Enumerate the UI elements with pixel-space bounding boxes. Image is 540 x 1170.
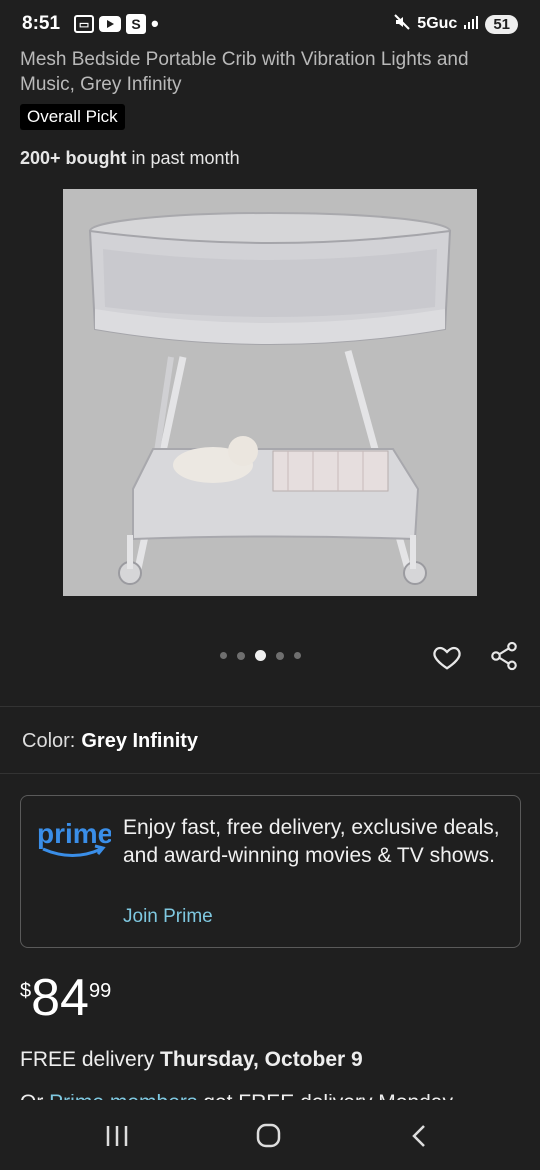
carousel-dot[interactable]: [237, 651, 245, 660]
notification-dot-icon: •: [151, 11, 159, 36]
overall-pick-badge[interactable]: Overall Pick: [20, 104, 125, 130]
delivery-info: FREE delivery Thursday, October 9: [20, 1048, 363, 1072]
signal-icon: [463, 15, 479, 34]
color-selector[interactable]: Color: Grey Infinity: [22, 730, 198, 753]
carousel-dot[interactable]: [276, 651, 284, 660]
color-label: Color:: [22, 730, 76, 752]
product-image[interactable]: [63, 189, 477, 596]
system-nav-bar: [0, 1100, 540, 1170]
price-whole: 84: [31, 969, 89, 1027]
heart-icon[interactable]: [432, 642, 462, 672]
back-icon[interactable]: [404, 1122, 434, 1150]
recent-apps-icon[interactable]: [102, 1122, 132, 1150]
price-fraction: 99: [88, 980, 112, 1002]
share-icon[interactable]: [488, 640, 520, 672]
price: $ 84 99: [20, 970, 111, 1026]
prime-logo-text: prime: [37, 818, 111, 849]
image-carousel-dots[interactable]: [220, 650, 301, 661]
status-bar: 8:51 ▭ S • 5Guc 51: [0, 0, 540, 48]
home-icon[interactable]: [254, 1122, 284, 1150]
mute-icon: [393, 13, 411, 36]
bought-count: 200+ bought in past month: [20, 148, 240, 169]
prime-promo-box: prime Enjoy fast, free delivery, exclusi…: [20, 795, 521, 948]
s-app-icon: S: [126, 14, 147, 34]
divider: [0, 773, 540, 774]
color-value: Grey Infinity: [81, 730, 199, 752]
bought-count-rest: in past month: [126, 148, 240, 168]
screenshot-icon: ▭: [74, 15, 95, 33]
youtube-icon: [99, 16, 122, 32]
bassinet-illustration: [63, 189, 477, 596]
delivery-date: Thursday, October 9: [160, 1048, 363, 1071]
join-prime-link[interactable]: Join Prime: [123, 906, 213, 928]
network-label: 5Guc: [417, 15, 458, 32]
bought-count-bold: 200+ bought: [20, 148, 127, 168]
carousel-dot[interactable]: [294, 652, 301, 659]
carousel-dot[interactable]: [220, 652, 227, 659]
carousel-dot[interactable]: [255, 650, 266, 661]
status-time: 8:51: [22, 13, 61, 34]
divider: [0, 706, 540, 707]
battery-indicator: 51: [485, 14, 518, 34]
prime-message: Enjoy fast, free delivery, exclusive dea…: [123, 816, 500, 867]
product-title[interactable]: Mesh Bedside Portable Crib with Vibratio…: [20, 47, 520, 97]
prime-logo-icon: prime: [37, 816, 113, 860]
delivery-prefix: FREE delivery: [20, 1048, 161, 1071]
price-currency: $: [20, 980, 32, 1002]
